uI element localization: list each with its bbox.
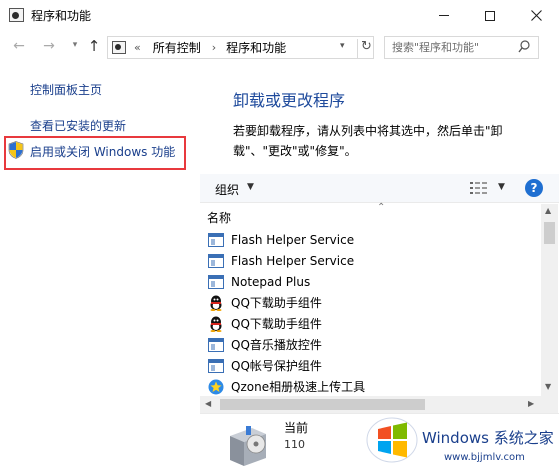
column-header-name[interactable]: 名称 [207,209,231,226]
vertical-scroll-thumb[interactable] [544,222,555,244]
minimize-icon [439,15,449,16]
horizontal-scroll-thumb[interactable] [220,399,425,410]
maximize-button[interactable] [467,0,513,31]
left-task-pane: 控制面板主页 查看已安装的更新 启用或关闭 Windows 功能 [0,63,198,471]
site-watermark: Windows 系统之家 www.bjjmlv.com [366,412,559,468]
qzone-icon [208,379,224,394]
watermark-site: www.bjjmlv.com [444,452,525,463]
refresh-icon[interactable]: ↻ [357,39,372,58]
installer-package-icon [230,426,266,466]
search-box[interactable] [384,36,539,59]
page-title: 卸载或更改程序 [233,91,346,110]
organize-dropdown-icon[interactable]: ▼ [247,182,254,192]
sort-ascending-icon: ⌃ [377,202,386,213]
title-bar: 程序和功能 [0,0,559,31]
program-list: Flash Helper Service Flash Helper Servic… [200,228,540,396]
qq-penguin-icon [210,316,222,332]
program-name: QQ下载助手组件 [231,296,322,310]
scroll-up-icon[interactable]: ▲ [545,206,551,215]
minimize-button[interactable] [421,0,467,31]
breadcrumb-programs[interactable]: 程序和功能 [226,39,286,56]
navigation-bar: ← → ▾ ↑ « 所有控制 › 程序和功能 ▾ ↻ [0,31,559,63]
list-item[interactable]: QQ帐号保护组件 [200,355,540,376]
watermark-brand: Windows 系统之家 [422,429,554,447]
back-arrow-icon[interactable]: ← [10,38,28,54]
program-name: Flash Helper Service [231,253,355,268]
program-name: Flash Helper Service [231,232,355,247]
view-dropdown-icon[interactable]: ▼ [498,182,505,192]
windows-logo-icon [366,417,418,463]
address-bar[interactable]: « 所有控制 › 程序和功能 ▾ ↻ [107,36,374,59]
list-item[interactable]: Notepad Plus [200,271,540,292]
control-panel-icon [112,41,126,54]
view-options-icon[interactable] [470,182,488,194]
list-item[interactable]: QQ下载助手组件 [200,292,540,313]
maximize-icon [485,10,495,21]
scroll-down-icon[interactable]: ▼ [545,382,551,391]
detail-value: 110 [284,438,305,451]
close-button[interactable] [513,0,559,31]
list-item[interactable]: Flash Helper Service [200,229,540,250]
window-icon [208,253,224,268]
window-title: 程序和功能 [31,9,92,23]
program-name: QQ下载助手组件 [231,317,322,331]
windows-features-link[interactable]: 启用或关闭 Windows 功能 [30,143,175,160]
up-arrow-icon[interactable]: ↑ [85,37,103,55]
detail-label: 当前 [284,421,309,435]
control-panel-home-link[interactable]: 控制面板主页 [30,81,102,98]
page-description: 若要卸载程序，请从列表中将其选中，然后单击"卸载"、"更改"或"修复"。 [233,124,503,158]
scroll-left-icon[interactable]: ◀ [205,399,211,408]
view-installed-updates-link[interactable]: 查看已安装的更新 [30,117,126,134]
list-header: ⌃ 名称 [200,202,540,228]
window-icon [208,232,224,247]
organize-button[interactable]: 组织 [215,181,239,198]
breadcrumb-separator[interactable]: › [212,41,216,54]
help-icon[interactable]: ? [525,179,543,197]
window-icon [208,274,224,289]
list-item[interactable]: Flash Helper Service [200,250,540,271]
address-dropdown-icon[interactable]: ▾ [340,41,345,51]
vertical-scrollbar[interactable]: ▲ ▼ [541,204,558,396]
control-panel-icon [9,8,24,22]
search-input[interactable] [392,41,520,54]
breadcrumb-overflow[interactable]: « [134,41,141,54]
program-name: Notepad Plus [231,274,311,289]
uac-shield-icon [8,141,24,159]
window-icon [208,337,224,352]
program-name: Qzone相册极速上传工具 [231,380,366,394]
window-icon [208,358,224,373]
recent-locations-icon[interactable]: ▾ [66,40,84,50]
program-name: QQ帐号保护组件 [231,359,322,373]
search-icon [518,40,530,53]
close-icon [530,10,542,21]
list-item[interactable]: QQ音乐播放控件 [200,334,540,355]
scroll-right-icon[interactable]: ▶ [528,399,534,408]
program-name: QQ音乐播放控件 [231,338,322,352]
scrollbar-corner [541,396,558,413]
breadcrumb-all-control[interactable]: 所有控制 [153,39,201,56]
list-item[interactable]: QQ下载助手组件 [200,313,540,334]
list-item[interactable]: Qzone相册极速上传工具 [200,376,540,396]
command-toolbar: 组织 ▼ ▼ ? [200,174,559,203]
horizontal-scrollbar[interactable]: ◀ ▶ [200,396,541,413]
forward-arrow-icon[interactable]: → [40,38,58,54]
qq-penguin-icon [210,295,222,311]
